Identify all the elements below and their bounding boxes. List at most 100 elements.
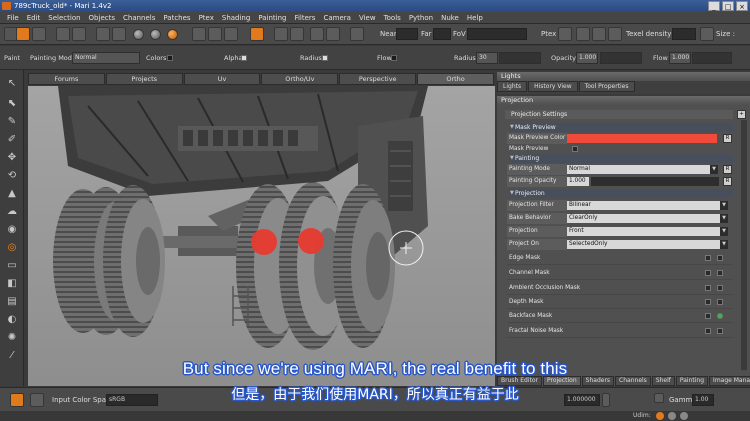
move-icon[interactable]: ✥ (6, 152, 18, 164)
radius-checkbox[interactable] (322, 55, 328, 61)
layout-icon[interactable] (72, 27, 86, 41)
projection-settings-header[interactable]: Projection Settings (505, 110, 733, 119)
blur-icon[interactable]: ◉ (6, 224, 18, 236)
project-on-dropdown[interactable]: SelectedOnly (567, 240, 727, 249)
panel-add-button[interactable]: + (737, 110, 746, 119)
menu-view[interactable]: View (355, 12, 380, 23)
ambient-occlusion-mask-row[interactable]: Ambient Occlusion Mask (507, 282, 733, 295)
dropdown-arrow-icon[interactable]: ▼ (720, 201, 728, 210)
dropdown-arrow-icon[interactable]: ▼ (720, 240, 728, 249)
reset-painting-mode-button[interactable]: R (723, 165, 732, 174)
dropdown-arrow-icon[interactable]: ▼ (720, 214, 728, 223)
paint-through-tool-icon[interactable]: ✐ (6, 134, 18, 146)
radius-slider[interactable] (499, 52, 541, 64)
tab-lights[interactable]: Lights (497, 81, 528, 92)
dropdown-arrow-icon[interactable]: ▼ (710, 165, 718, 174)
save-icon[interactable] (32, 27, 46, 41)
tab-history-view[interactable]: History View (528, 81, 578, 92)
udim-icon-2[interactable] (668, 412, 676, 420)
clone-icon[interactable]: ⟲ (6, 170, 18, 182)
fill-icon[interactable]: ▲ (6, 188, 18, 200)
menu-selection[interactable]: Selection (44, 12, 84, 23)
texel-density-field[interactable] (672, 28, 696, 40)
depth-mask-enable[interactable] (717, 299, 723, 305)
painting-opacity-slider[interactable] (591, 177, 719, 186)
menu-objects[interactable]: Objects (85, 12, 119, 23)
tab-perspective[interactable]: Perspective (339, 73, 417, 85)
tab-ortho-uv[interactable]: Ortho/Uv (261, 73, 339, 85)
fractal-mask-enable[interactable] (717, 328, 723, 334)
flow-checkbox[interactable] (391, 55, 397, 61)
tab-uv[interactable]: Uv (183, 73, 261, 85)
reset-color-button[interactable]: R (723, 134, 732, 143)
fractal-mask-toggle[interactable] (705, 328, 711, 334)
camera-icon[interactable] (290, 27, 304, 41)
smear-icon[interactable]: ☁ (6, 206, 18, 218)
bake-behavior-dropdown[interactable]: ClearOnly (567, 214, 727, 223)
tab-projects[interactable]: Projects (105, 73, 183, 85)
mask-preview-color-swatch[interactable] (567, 134, 717, 143)
object-icon[interactable] (192, 27, 206, 41)
tab-ortho[interactable]: Ortho (417, 73, 494, 85)
menu-python[interactable]: Python (405, 12, 437, 23)
reset-opacity-button[interactable]: R (723, 177, 732, 186)
menu-filters[interactable]: Filters (290, 12, 319, 23)
near-field[interactable] (396, 28, 418, 40)
mask-preview-section[interactable]: ▼ Mask Preview (509, 123, 733, 132)
grid-icon[interactable] (56, 27, 70, 41)
tab-tool-properties[interactable]: Tool Properties (578, 81, 635, 92)
udim-orange-icon[interactable] (656, 412, 664, 420)
close-button[interactable]: × (736, 1, 748, 11)
select-arrow-icon[interactable]: ↖ (6, 78, 18, 90)
flow-value-field[interactable]: 1.000 (669, 52, 691, 64)
depth-mask-toggle[interactable] (705, 299, 711, 305)
lock-icon[interactable] (310, 27, 324, 41)
3d-viewport[interactable] (28, 86, 495, 386)
menu-channels[interactable]: Channels (119, 12, 159, 23)
edge-mask-row[interactable]: Edge Mask (507, 252, 733, 265)
size-icon[interactable] (700, 27, 714, 41)
edge-mask-toggle[interactable] (705, 255, 711, 261)
texel-icon[interactable] (608, 27, 622, 41)
fractal-noise-mask-row[interactable]: Fractal Noise Mask (507, 325, 733, 338)
resize-icon[interactable] (592, 27, 606, 41)
ptex-icon[interactable] (558, 27, 572, 41)
opacity-value-field[interactable]: 1.000 (576, 52, 598, 64)
menu-nuke[interactable]: Nuke (437, 12, 463, 23)
panel-scrollbar[interactable] (741, 120, 747, 370)
channel-mask-toggle[interactable] (705, 270, 711, 276)
backface-mask-row[interactable]: Backface Mask (507, 310, 733, 323)
transform-icon[interactable]: ◧ (6, 278, 18, 290)
depth-mask-row[interactable]: Depth Mask (507, 296, 733, 309)
menu-edit[interactable]: Edit (23, 12, 45, 23)
menu-shading[interactable]: Shading (218, 12, 254, 23)
channel-mask-row[interactable]: Channel Mask (507, 267, 733, 280)
paintbrush-icon[interactable]: ✎ (6, 116, 18, 128)
paint-through-icon[interactable] (16, 27, 30, 41)
painting-mode-dropdown[interactable]: Normal (567, 165, 717, 174)
painting-mode-dropdown[interactable]: Normal (72, 52, 140, 64)
menu-patches[interactable]: Patches (159, 12, 194, 23)
select-all-icon[interactable]: ⬉ (6, 98, 18, 110)
shader-icon[interactable] (112, 27, 126, 41)
flow-slider[interactable] (692, 52, 732, 64)
checker-icon[interactable] (576, 27, 590, 41)
painting-section[interactable]: ▼ Painting (509, 154, 733, 163)
menu-camera[interactable]: Camera (319, 12, 354, 23)
udim-icon-3[interactable] (680, 412, 688, 420)
maximize-button[interactable]: □ (722, 1, 734, 11)
cube-icon[interactable] (274, 27, 288, 41)
select-mode-icon[interactable] (250, 27, 264, 41)
menu-tools[interactable]: Tools (380, 12, 405, 23)
projection-target-icon[interactable]: ◎ (6, 242, 18, 254)
fov-field[interactable] (467, 28, 527, 40)
opacity-slider[interactable] (600, 52, 642, 64)
menu-painting[interactable]: Painting (254, 12, 290, 23)
current-shader-icon[interactable] (167, 29, 178, 40)
lights-icon[interactable] (96, 27, 110, 41)
backface-mask-enabled-indicator[interactable] (717, 313, 723, 319)
menu-help[interactable]: Help (463, 12, 487, 23)
patch-icon[interactable] (208, 27, 222, 41)
edge-mask-enable[interactable] (717, 255, 723, 261)
lit-sphere-icon[interactable] (150, 29, 161, 40)
